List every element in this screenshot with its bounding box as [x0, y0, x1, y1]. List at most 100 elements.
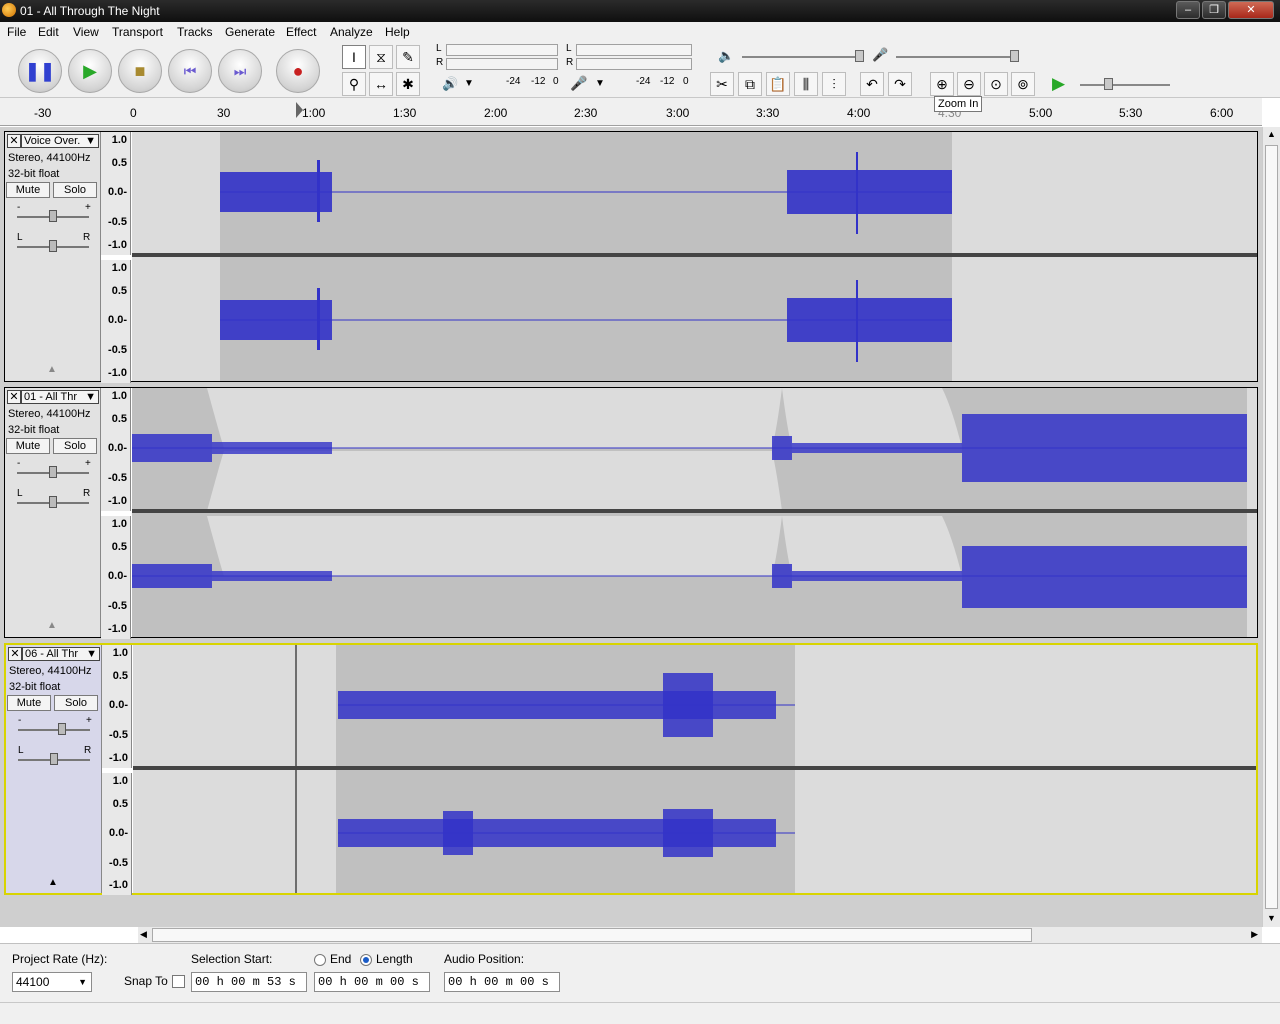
waveform-01-all-through[interactable]	[132, 388, 1257, 637]
menu-file[interactable]: File	[7, 25, 26, 39]
menu-transport[interactable]: Transport	[112, 25, 163, 39]
end-radio[interactable]	[314, 954, 326, 966]
redo-button[interactable]: ↷	[888, 72, 912, 96]
gain-minus-label: -	[17, 202, 21, 213]
draw-tool[interactable]: ✎	[396, 45, 420, 69]
snap-to-checkbox[interactable]	[172, 975, 185, 988]
collapse-arrow-icon[interactable]: ▲	[47, 620, 57, 631]
collapse-arrow-icon[interactable]: ▲	[47, 364, 57, 375]
envelope-tool[interactable]: ⧖	[369, 45, 393, 69]
collapse-arrow-icon[interactable]: ▲	[48, 877, 58, 888]
speaker-icon[interactable]: 🔊	[442, 76, 458, 92]
play-speed-thumb[interactable]	[1104, 78, 1113, 90]
trim-button[interactable]: ⫼	[794, 72, 818, 96]
playhead-marker[interactable]	[296, 102, 303, 118]
record-meter-right[interactable]	[576, 58, 692, 70]
pan-slider-thumb[interactable]	[49, 240, 57, 252]
output-volume-thumb[interactable]	[855, 50, 864, 62]
waveform-06-all-through[interactable]	[133, 645, 1256, 893]
selection-start-field[interactable]: 00 h 00 m 53 s	[191, 972, 307, 992]
scroll-down-icon[interactable]: ▼	[1267, 913, 1276, 923]
length-field[interactable]: 00 h 00 m 00 s	[314, 972, 430, 992]
copy-button[interactable]: ⧉	[738, 72, 762, 96]
scroll-up-icon[interactable]: ▲	[1267, 129, 1276, 139]
stop-button[interactable]: ■	[118, 49, 162, 93]
input-volume-thumb[interactable]	[1010, 50, 1019, 62]
waveform-voice-over[interactable]	[132, 132, 1257, 381]
project-rate-select[interactable]: 44100 ▼	[12, 972, 92, 992]
gain-slider-thumb[interactable]	[58, 723, 66, 735]
track-voice-over[interactable]: ✕ Voice Over. ▼ Stereo, 44100Hz 32-bit fl…	[4, 131, 1258, 383]
scroll-right-icon[interactable]: ▶	[1251, 929, 1258, 940]
gain-slider-thumb[interactable]	[49, 466, 57, 478]
gain-slider[interactable]	[18, 729, 90, 731]
playback-meter-right[interactable]	[446, 58, 558, 70]
gain-slider-thumb[interactable]	[49, 210, 57, 222]
undo-button[interactable]: ↶	[860, 72, 884, 96]
mute-button[interactable]: Mute	[7, 695, 51, 711]
output-volume-slider[interactable]	[742, 56, 862, 58]
solo-button[interactable]: Solo	[53, 438, 97, 454]
close-track-button[interactable]: ✕	[7, 134, 21, 148]
menu-effect[interactable]: Effect	[286, 25, 316, 39]
solo-button[interactable]: Solo	[54, 695, 98, 711]
cut-button[interactable]: ✂	[710, 72, 734, 96]
record-button[interactable]: ●	[276, 49, 320, 93]
rec-db-24: -24	[636, 76, 651, 87]
minimize-button[interactable]: ‒	[1176, 1, 1200, 19]
timeline-ruler[interactable]: -30 0 30 1:00 1:30 2:00 2:30 3:00 3:30 4…	[0, 98, 1262, 126]
input-volume-slider[interactable]	[896, 56, 1016, 58]
menu-view[interactable]: View	[73, 25, 99, 39]
track-01-all-through[interactable]: ✕ 01 - All Thr ▼ Stereo, 44100Hz 32-bit f…	[4, 387, 1258, 639]
fit-project-button[interactable]: ⊚	[1011, 72, 1035, 96]
multi-tool[interactable]: ✱	[396, 72, 420, 96]
playback-dropdown-icon[interactable]: ▼	[464, 78, 474, 89]
record-meter-left[interactable]	[576, 44, 692, 56]
selection-tool[interactable]: I	[342, 45, 366, 69]
menu-help[interactable]: Help	[385, 25, 410, 39]
zoom-in-button[interactable]: ⊕	[930, 72, 954, 96]
track-name-menu[interactable]: 01 - All Thr ▼	[21, 390, 99, 404]
audio-position-field[interactable]: 00 h 00 m 00 s	[444, 972, 560, 992]
paste-button[interactable]: 📋	[766, 72, 790, 96]
track-name-menu[interactable]: 06 - All Thr ▼	[22, 647, 100, 661]
length-radio[interactable]	[360, 954, 372, 966]
vertical-scroll-thumb[interactable]	[1265, 145, 1278, 909]
close-button[interactable]: ✕	[1228, 1, 1274, 19]
menu-generate[interactable]: Generate	[225, 25, 275, 39]
mute-button[interactable]: Mute	[6, 438, 50, 454]
solo-button[interactable]: Solo	[53, 182, 97, 198]
play-at-speed-icon[interactable]: ▶	[1052, 74, 1065, 94]
microphone-icon[interactable]: 🎤	[570, 75, 587, 92]
horizontal-scrollbar[interactable]: ◀ ▶	[138, 927, 1262, 943]
silence-button[interactable]: ⫶	[822, 72, 846, 96]
horizontal-scroll-thumb[interactable]	[152, 928, 1032, 942]
playback-meter-left[interactable]	[446, 44, 558, 56]
zoom-tool[interactable]: ⚲	[342, 72, 366, 96]
fit-selection-button[interactable]: ⊙	[984, 72, 1008, 96]
track-name-menu[interactable]: Voice Over. ▼	[21, 134, 99, 148]
close-track-button[interactable]: ✕	[8, 647, 22, 661]
menu-edit[interactable]: Edit	[38, 25, 59, 39]
mute-button[interactable]: Mute	[6, 182, 50, 198]
track-06-all-through[interactable]: ✕ 06 - All Thr ▼ Stereo, 44100Hz 32-bit f…	[4, 643, 1258, 895]
play-button[interactable]: ▶	[68, 49, 112, 93]
skip-end-button[interactable]: ⏭	[218, 49, 262, 93]
timeshift-tool[interactable]: ↔	[369, 72, 393, 96]
play-speed-slider[interactable]	[1080, 84, 1170, 86]
menu-analyze[interactable]: Analyze	[330, 25, 373, 39]
pan-slider-thumb[interactable]	[50, 753, 58, 765]
pause-button[interactable]: ❚❚	[18, 49, 62, 93]
record-dropdown-icon[interactable]: ▼	[595, 78, 605, 89]
zoom-out-button[interactable]: ⊖	[957, 72, 981, 96]
maximize-button[interactable]: ❐	[1202, 1, 1226, 19]
vertical-scrollbar[interactable]: ▲ ▼	[1262, 127, 1280, 927]
scroll-left-icon[interactable]: ◀	[140, 929, 147, 940]
skip-start-button[interactable]: ⏮	[168, 49, 212, 93]
pan-slider-thumb[interactable]	[49, 496, 57, 508]
length-value: 00 h 00 m 00 s	[318, 975, 419, 989]
ruler-tick: 5:30	[1119, 106, 1143, 120]
menu-tracks[interactable]: Tracks	[177, 25, 213, 39]
close-track-button[interactable]: ✕	[7, 390, 21, 404]
pan-right-label: R	[83, 488, 91, 499]
